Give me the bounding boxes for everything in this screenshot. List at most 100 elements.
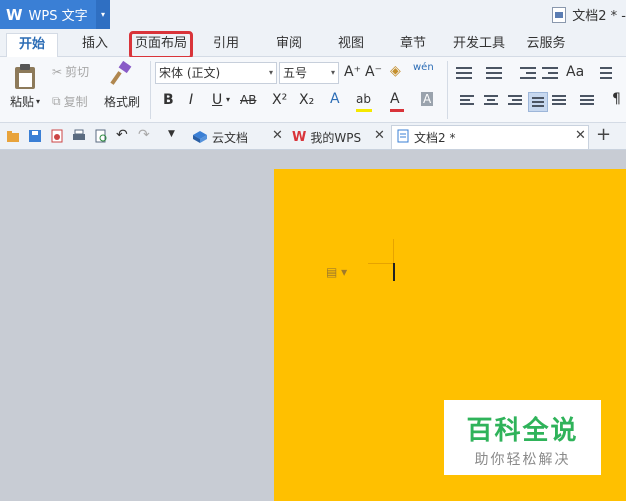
phonetic-guide-button[interactable]: wén xyxy=(413,62,434,73)
tab-sections[interactable]: 章节 xyxy=(390,33,436,57)
paste-dropdown-icon: ▾ xyxy=(36,97,41,106)
clear-format-icon[interactable]: ◈ xyxy=(390,63,401,79)
doc-tab-label: 我的WPS xyxy=(310,130,362,145)
font-color-bar xyxy=(390,109,404,112)
increase-indent-icon[interactable] xyxy=(542,67,558,81)
wps-logo-icon: W xyxy=(6,5,23,24)
undo-icon[interactable]: ↶ xyxy=(116,127,130,143)
numbered-list-icon[interactable] xyxy=(486,67,502,81)
doc-tab-cloud[interactable]: 云文档 xyxy=(190,125,282,149)
sort-icon[interactable] xyxy=(600,67,616,81)
app-menu-arrow-icon[interactable]: ▾ xyxy=(96,0,110,29)
font-size-value: 五号 xyxy=(283,66,308,80)
ribbon-home: 粘贴 ▾ ✂ 剪切 ⧉ 复制 格式刷 宋体 (正文) ▾ 五号 ▾ A⁺ A⁻ … xyxy=(0,57,626,123)
document-icon xyxy=(552,6,567,23)
chevron-down-icon: ▾ xyxy=(268,68,273,77)
title-bar: W WPS 文字 ▾ 文档2 * - xyxy=(0,0,626,29)
paragraph-mark-icon[interactable]: ¶ xyxy=(612,91,621,107)
align-center-icon[interactable] xyxy=(484,95,500,109)
print-icon[interactable] xyxy=(72,129,86,143)
italic-button[interactable]: I xyxy=(189,92,193,108)
paste-label-button[interactable]: 粘贴 ▾ xyxy=(10,93,40,110)
align-right-icon[interactable] xyxy=(508,95,524,109)
highlight-button[interactable]: ab xyxy=(356,91,372,112)
group-separator xyxy=(150,61,151,119)
format-painter-button[interactable]: 格式刷 xyxy=(104,93,140,110)
line-spacing-icon[interactable] xyxy=(580,95,596,109)
clipboard-icon xyxy=(15,64,35,89)
menu-tabs: 开始 插入 页面布局 引用 审阅 视图 章节 开发工具 云服务 xyxy=(0,29,626,59)
bold-button[interactable]: B xyxy=(163,92,174,108)
margin-corner-mark xyxy=(393,239,394,265)
grow-font-button[interactable]: A⁺ xyxy=(344,64,361,80)
close-tab-icon[interactable]: ✕ xyxy=(272,128,283,143)
paste-button[interactable] xyxy=(12,63,38,91)
highlighter-icon: ab xyxy=(356,92,371,106)
text-effect-button[interactable]: A xyxy=(330,91,340,107)
quick-access-toolbar: ↶ ↷ ▼ 云文档 ✕ W 我的WPS ✕ 文档2 * ✕ + xyxy=(0,123,626,150)
format-painter-label: 格式刷 xyxy=(104,95,141,109)
doc-tab-label: 云文档 xyxy=(212,130,249,145)
doc-tab-document2[interactable]: 文档2 * xyxy=(391,125,589,149)
copy-button[interactable]: ⧉ 复制 xyxy=(52,93,88,110)
font-name-select[interactable]: 宋体 (正文) ▾ xyxy=(155,62,277,84)
cut-button[interactable]: ✂ 剪切 xyxy=(52,63,89,80)
font-color-icon: A xyxy=(390,91,400,107)
new-tab-button[interactable]: + xyxy=(596,124,611,145)
underline-button[interactable]: U xyxy=(212,92,222,108)
format-painter-icon xyxy=(110,61,132,85)
text-cursor xyxy=(393,263,395,281)
tab-insert[interactable]: 插入 xyxy=(70,33,120,57)
window-title-text: 文档2 * - xyxy=(572,9,626,24)
tab-cloud-service[interactable]: 云服务 xyxy=(520,33,572,57)
superscript-button[interactable]: X² xyxy=(272,92,287,108)
paste-options-icon[interactable]: ▤ ▾ xyxy=(326,265,347,279)
window-title: 文档2 * - xyxy=(552,5,626,24)
strikethrough-button[interactable]: AB xyxy=(240,93,256,107)
change-case-button[interactable]: Aa xyxy=(566,64,584,80)
customize-toolbar-icon[interactable]: ▼ xyxy=(168,129,182,143)
character-shading-button[interactable]: A xyxy=(421,92,434,106)
cut-label: 剪切 xyxy=(65,65,90,79)
watermark-subtitle: 助你轻松解决 xyxy=(474,452,571,468)
font-name-value: 宋体 (正文) xyxy=(159,66,221,80)
scissors-icon: ✂ xyxy=(52,64,63,79)
tab-review[interactable]: 审阅 xyxy=(266,33,312,57)
shrink-font-button[interactable]: A⁻ xyxy=(365,64,382,80)
decrease-indent-icon[interactable] xyxy=(520,67,536,81)
print-preview-icon[interactable] xyxy=(94,129,108,143)
margin-corner-mark xyxy=(368,263,394,264)
app-menu-button[interactable]: W WPS 文字 ▾ xyxy=(0,0,110,29)
close-tab-icon[interactable]: ✕ xyxy=(575,128,586,143)
writer-doc-icon xyxy=(396,129,410,146)
tab-view[interactable]: 视图 xyxy=(328,33,374,57)
doc-tab-label: 文档2 * xyxy=(414,131,456,145)
tab-developer[interactable]: 开发工具 xyxy=(449,33,509,57)
bullet-list-icon[interactable] xyxy=(456,67,472,81)
redo-icon[interactable]: ↷ xyxy=(138,127,152,143)
tab-page-layout[interactable]: 页面布局 xyxy=(129,31,193,59)
underline-dropdown-icon[interactable]: ▾ xyxy=(226,95,230,104)
distributed-align-icon[interactable] xyxy=(552,95,568,109)
save-icon[interactable] xyxy=(28,129,42,143)
font-size-select[interactable]: 五号 ▾ xyxy=(279,62,339,84)
export-pdf-icon[interactable] xyxy=(50,129,64,143)
close-tab-icon[interactable]: ✕ xyxy=(374,128,385,143)
subscript-button[interactable]: X₂ xyxy=(299,92,314,108)
chevron-down-icon: ▾ xyxy=(330,68,335,77)
app-name: WPS 文字 xyxy=(28,9,88,24)
group-separator xyxy=(447,61,448,119)
font-color-button[interactable]: A xyxy=(390,91,404,112)
doc-tab-my-wps[interactable]: W 我的WPS xyxy=(288,125,388,149)
paste-label: 粘贴 xyxy=(10,95,35,109)
copy-icon: ⧉ xyxy=(52,94,61,108)
tab-home[interactable]: 开始 xyxy=(6,33,58,57)
wps-logo-icon: W xyxy=(292,129,307,145)
format-painter-icon-button[interactable] xyxy=(108,61,134,87)
justify-button[interactable] xyxy=(528,92,548,112)
tab-references[interactable]: 引用 xyxy=(203,33,249,57)
align-left-icon[interactable] xyxy=(460,95,476,109)
copy-label: 复制 xyxy=(63,95,88,109)
open-folder-icon[interactable] xyxy=(6,129,20,143)
watermark-title: 百科全说 xyxy=(466,416,579,446)
